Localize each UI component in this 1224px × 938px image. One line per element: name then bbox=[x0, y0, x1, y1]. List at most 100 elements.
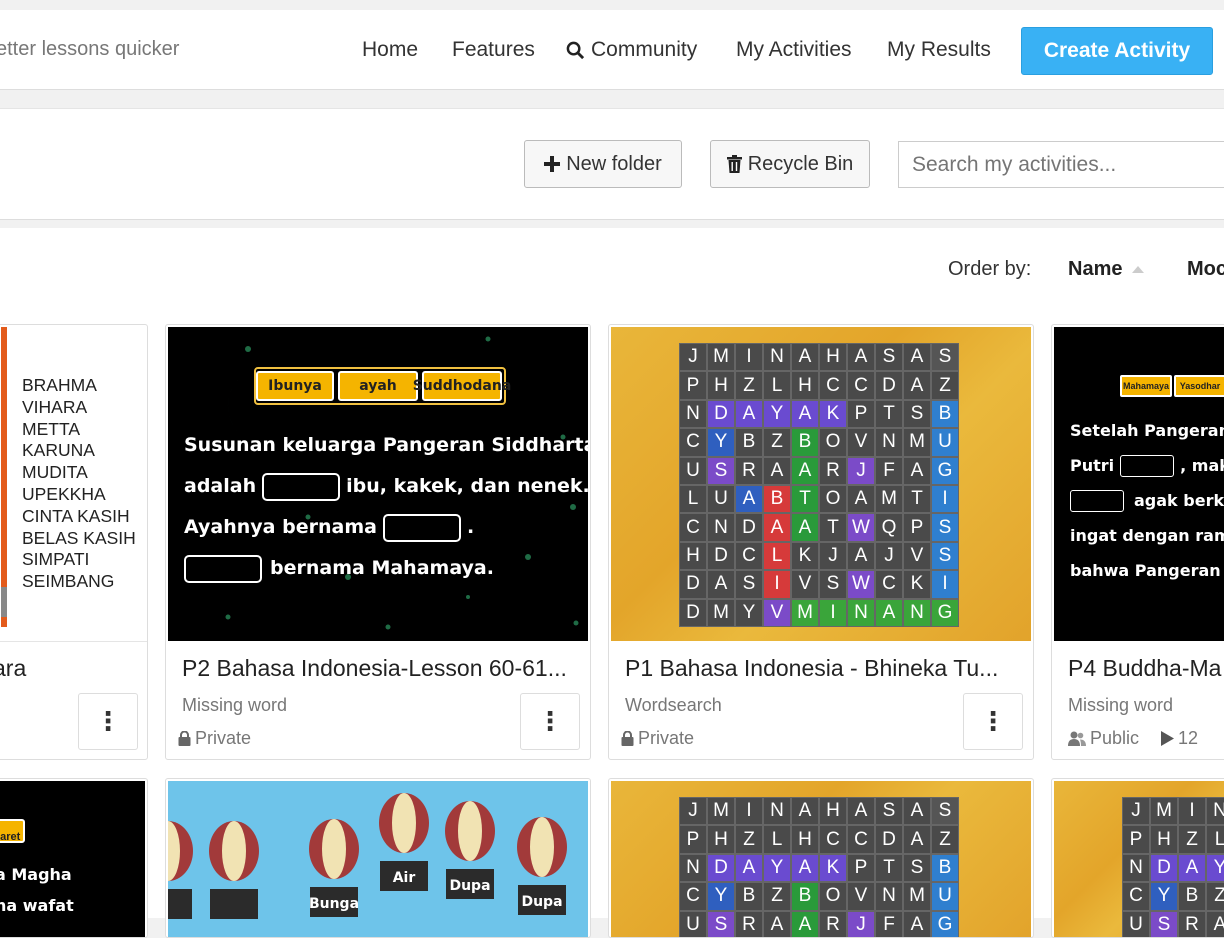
activity-card[interactable]: JMINAHASASPHZLHCCDAZNDAYAKPTSBCYBZBOVNMU… bbox=[608, 778, 1034, 938]
play-count: 12 bbox=[1178, 728, 1199, 748]
activity-card[interactable]: BRAHMA VIHARA METTA KARUNA MUDITA UPEKKHA CINT… bbox=[0, 324, 148, 760]
order-by-label: Order by: bbox=[948, 258, 1032, 280]
wordsearch-cell: K bbox=[819, 399, 847, 429]
wordsearch-cell: Z bbox=[1178, 825, 1206, 854]
wordsearch-cell: C bbox=[819, 825, 847, 854]
wordsearch-cell: V bbox=[903, 541, 931, 571]
wordsearch-cell: F bbox=[875, 910, 903, 937]
wordsearch-cell: N bbox=[707, 513, 735, 542]
wordsearch-cell: L bbox=[763, 541, 791, 571]
wordsearch-cell: A bbox=[903, 910, 931, 937]
wordsearch-cell: A bbox=[735, 399, 763, 429]
activity-card[interactable]: Ibunya ayah Suddhodana Susunan keluarga Pa… bbox=[165, 324, 591, 760]
more-options-button[interactable]: ⋮ bbox=[963, 693, 1023, 750]
wordsearch-cell: Z bbox=[931, 371, 959, 400]
activity-title[interactable]: P4 Buddha-Ma bbox=[1068, 655, 1221, 682]
activity-card[interactable]: Bunga Air Dupa Dupa bbox=[165, 778, 591, 938]
activity-title[interactable]: P1 Bahasa Indonesia - Bhineka Tu... bbox=[625, 655, 998, 682]
new-folder-button[interactable]: New folder bbox=[524, 140, 682, 188]
wordsearch-cell: A bbox=[791, 456, 819, 485]
wordsearch-cell: W bbox=[847, 513, 875, 542]
toolbar: New folder Recycle Bin bbox=[0, 108, 1224, 220]
recycle-bin-label: Recycle Bin bbox=[747, 152, 854, 175]
word-list-item: SIMPATI bbox=[22, 549, 90, 570]
activity-card[interactable]: MahamayaYasodhar Setelah Pangeran S Putr… bbox=[1051, 324, 1224, 760]
lock-icon bbox=[178, 731, 191, 746]
nav-community[interactable]: Community bbox=[566, 38, 697, 62]
wordsearch-cell: H bbox=[791, 825, 819, 854]
nav-my-results[interactable]: My Results bbox=[887, 38, 991, 62]
wordsearch-cell: R bbox=[1178, 910, 1206, 937]
wordsearch-cell: N bbox=[763, 343, 791, 372]
sentence-line: ingat dengan rama bbox=[1070, 526, 1224, 545]
nav-my-activities[interactable]: My Activities bbox=[736, 38, 852, 62]
sentence-fragment: ibu, kakek, dan nenek. bbox=[346, 475, 588, 497]
recycle-bin-button[interactable]: Recycle Bin bbox=[710, 140, 870, 188]
wordsearch-cell: A bbox=[847, 541, 875, 571]
order-by-modified[interactable]: Moc bbox=[1187, 258, 1224, 281]
answer-chip: Yasodhar bbox=[1174, 375, 1224, 397]
play-icon bbox=[1161, 731, 1175, 746]
sentence-line: Putri , mak bbox=[1070, 448, 1224, 483]
activities-content: Order by: Name Moc BRAHMA VIHARA METTA KARU… bbox=[0, 228, 1224, 938]
wordsearch-cell: C bbox=[875, 570, 903, 599]
top-strip bbox=[0, 0, 1224, 10]
more-options-button[interactable]: ⋮ bbox=[78, 693, 138, 750]
create-activity-button[interactable]: Create Activity bbox=[1021, 27, 1213, 75]
sentence-text: a Magha ha wafat bbox=[0, 859, 74, 921]
wordsearch-cell: H bbox=[707, 371, 735, 400]
wordsearch-cell: U bbox=[679, 456, 707, 485]
wordsearch-cell: C bbox=[1122, 882, 1150, 911]
wordsearch-grid: JMINAHASASPHZLHCCDAZNDAYAKPTSBCYBZBOVNMU… bbox=[679, 343, 959, 627]
sentence-line: a Magha bbox=[0, 865, 72, 884]
order-by-name[interactable]: Name bbox=[1068, 258, 1122, 281]
nav-features[interactable]: Features bbox=[452, 38, 535, 62]
search-activities-input[interactable] bbox=[898, 141, 1224, 188]
wordsearch-cell: I bbox=[931, 570, 959, 599]
wordsearch-cell: O bbox=[819, 882, 847, 911]
wordsearch-cell: H bbox=[707, 825, 735, 854]
wordsearch-cell: H bbox=[819, 343, 847, 372]
nav-home[interactable]: Home bbox=[362, 38, 418, 62]
word-list-item: BRAHMA bbox=[22, 375, 97, 395]
sentence-line: adalah ibu, kakek, dan nenek. bbox=[184, 466, 588, 507]
more-options-button[interactable]: ⋮ bbox=[520, 693, 580, 750]
blank-box bbox=[382, 513, 461, 542]
wordsearch-cell: I bbox=[735, 343, 763, 372]
activity-card[interactable]: JMINAHASASPHZLHCCDAZNDAYAKPTSBCYBZBOVNMU… bbox=[608, 324, 1034, 760]
wordsearch-cell: C bbox=[847, 371, 875, 400]
activity-type: Wordsearch bbox=[625, 695, 722, 715]
activity-card[interactable]: JMINAHASASPHZLHCCDAZNDAYAKPTSBCYBZBOVNMU… bbox=[1051, 778, 1224, 938]
wordsearch-cell: K bbox=[819, 853, 847, 883]
visibility: Private bbox=[621, 728, 694, 749]
wordsearch-cell: Z bbox=[763, 882, 791, 911]
wordsearch-cell: J bbox=[847, 910, 875, 937]
wordsearch-cell: Z bbox=[763, 428, 791, 457]
wordsearch-cell: T bbox=[875, 853, 903, 883]
activity-title[interactable]: P2 Bahasa Indonesia-Lesson 60-61... bbox=[182, 655, 567, 682]
wordsearch-cell: A bbox=[903, 371, 931, 400]
activity-type: Missing word bbox=[1068, 695, 1174, 715]
wordsearch-cell: S bbox=[903, 853, 931, 883]
word-list-item: METTA bbox=[22, 418, 81, 439]
wordsearch-cell: A bbox=[763, 513, 791, 542]
wordsearch-cell: D bbox=[735, 513, 763, 542]
wordsearch-cell: D bbox=[875, 371, 903, 400]
wordsearch-cell: U bbox=[1122, 910, 1150, 937]
wordsearch-cell: S bbox=[875, 797, 903, 826]
wordsearch-cell: A bbox=[791, 853, 819, 883]
wordsearch-cell: D bbox=[679, 570, 707, 599]
visibility: Private bbox=[178, 728, 251, 749]
wordsearch-cell: S bbox=[931, 797, 959, 826]
sentence-line: bahwa Pangeran k bbox=[1070, 561, 1224, 580]
wordsearch-cell: Y bbox=[1206, 853, 1224, 883]
wordsearch-cell: A bbox=[1178, 853, 1206, 883]
wordsearch-cell: M bbox=[707, 797, 735, 826]
sentence-text: Setelah Pangeran S Putri , mak agak berku… bbox=[1070, 413, 1224, 588]
activity-title[interactable]: ara bbox=[0, 655, 26, 682]
activity-card[interactable]: -Maret a Magha ha wafat bbox=[0, 778, 148, 938]
plus-icon bbox=[544, 156, 561, 172]
wordsearch-cell: M bbox=[903, 428, 931, 457]
wordsearch-cell: R bbox=[819, 456, 847, 485]
wordsearch-cell: L bbox=[1206, 825, 1224, 854]
